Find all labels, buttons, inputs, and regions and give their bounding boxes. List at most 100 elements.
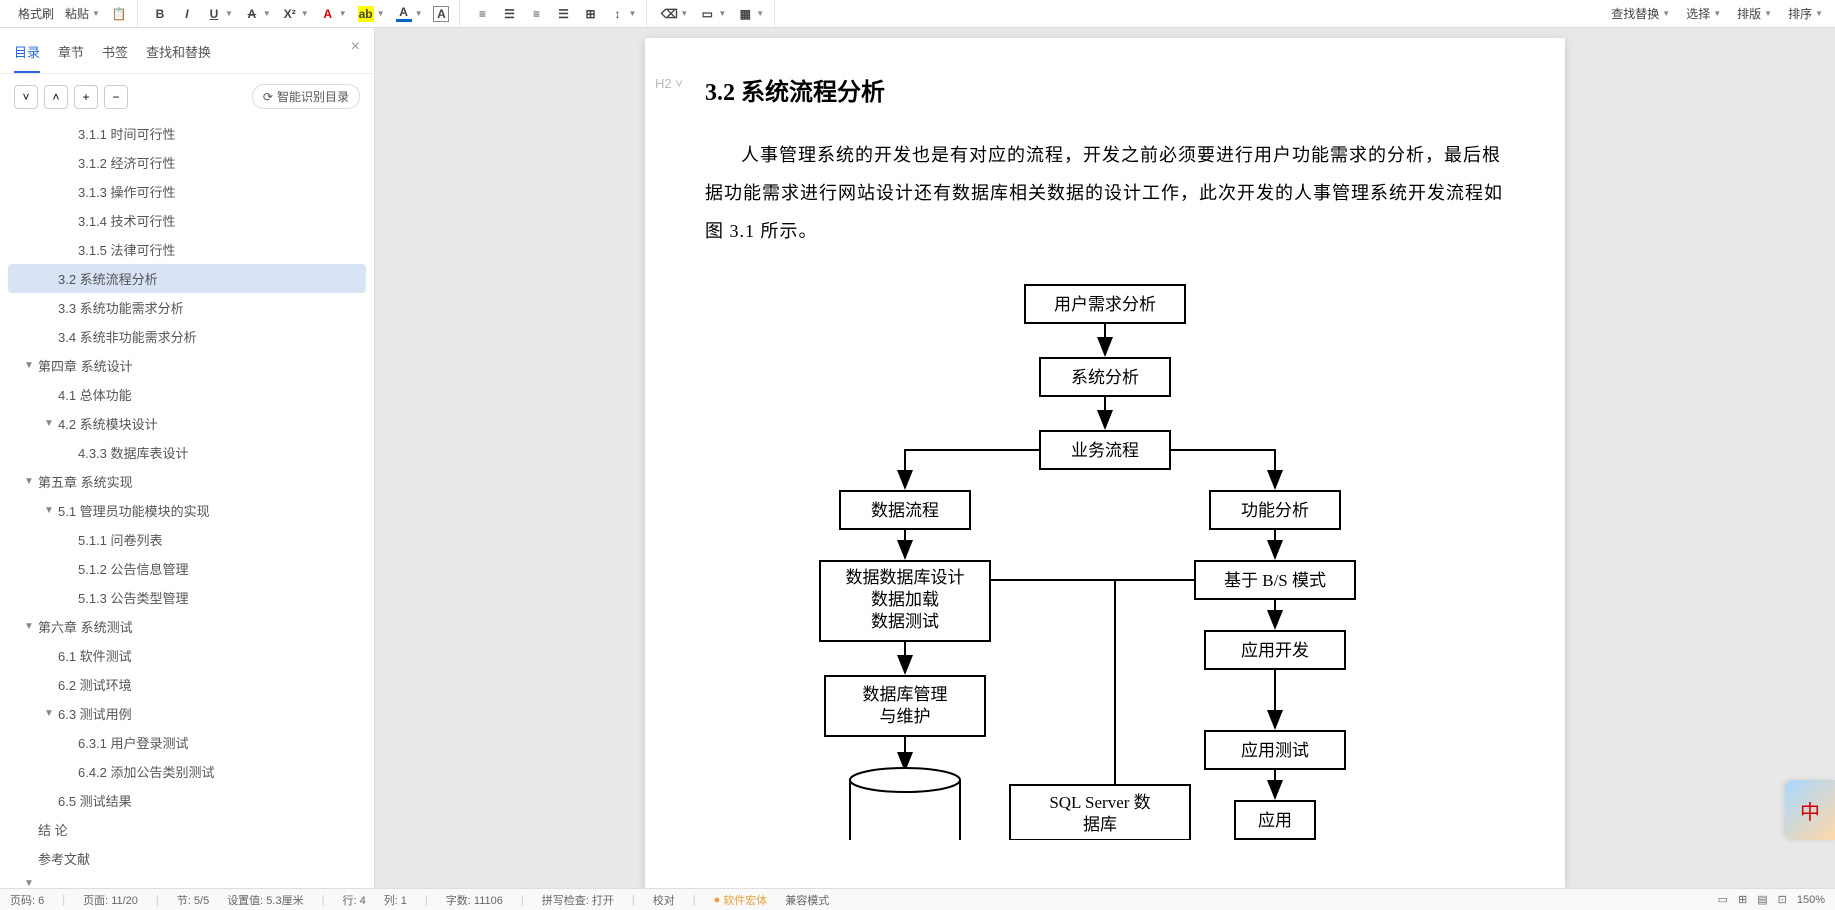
- underline-icon: U: [206, 6, 222, 22]
- toc-item[interactable]: ▼第六章 系统测试: [8, 612, 366, 641]
- font-group: B I U▼ A▼ X²▼ A▼ ab▼ A▼ A: [142, 0, 461, 27]
- ime-badge[interactable]: 中: [1785, 780, 1835, 840]
- chevron-icon: ▼: [24, 878, 38, 888]
- collapse-button[interactable]: ˅: [14, 85, 38, 109]
- toc-item-label: 6.5 测试结果: [58, 791, 132, 810]
- tab-chapter[interactable]: 章节: [58, 38, 84, 73]
- svg-text:用户需求分析: 用户需求分析: [1054, 295, 1156, 314]
- toc-item[interactable]: 6.5 测试结果: [8, 786, 366, 815]
- font-color-button[interactable]: A▼: [316, 4, 351, 24]
- align-left-button[interactable]: ≡: [470, 4, 494, 24]
- align-right-button[interactable]: ≡: [524, 4, 548, 24]
- left-panel: 目录 章节 书签 查找和替换 × ˅ ˄ + − ⟳智能识别目录 3.1.1 时…: [0, 28, 375, 888]
- toc-item[interactable]: 6.2 测试环境: [8, 670, 366, 699]
- eraser-button[interactable]: ⌫▼: [657, 4, 692, 24]
- format-painter-button[interactable]: 格式刷: [14, 3, 58, 24]
- tab-bookmark[interactable]: 书签: [102, 38, 128, 73]
- clipboard-button[interactable]: 📋: [107, 4, 131, 24]
- toc-item[interactable]: ▼5.1 管理员功能模块的实现: [8, 496, 366, 525]
- zoom-level[interactable]: 150%: [1797, 894, 1825, 906]
- highlight-icon: ab: [358, 6, 374, 22]
- status-mode: 兼容模式: [785, 892, 829, 908]
- toc-item[interactable]: 6.4.2 添加公告类别测试: [8, 757, 366, 786]
- toc-item-label: 6.1 软件测试: [58, 646, 132, 665]
- toc-item-label: 3.1.4 技术可行性: [78, 211, 176, 230]
- toc-tree[interactable]: 3.1.1 时间可行性3.1.2 经济可行性 3.1.3 操作可行性 3.1.4 技…: [0, 119, 374, 888]
- distribute-button[interactable]: ⊞: [578, 4, 602, 24]
- status-spell[interactable]: 拼写检查: 打开: [542, 892, 614, 908]
- toc-item[interactable]: ▼4.2 系统模块设计: [8, 409, 366, 438]
- toc-item[interactable]: 3.1.5 法律可行性: [8, 235, 366, 264]
- toc-item[interactable]: 3.1.2 经济可行性: [8, 148, 366, 177]
- toc-item-label: 3.1.3 操作可行性: [78, 182, 176, 201]
- superscript-button[interactable]: X²▼: [278, 4, 313, 24]
- svg-text:系统分析: 系统分析: [1071, 368, 1139, 387]
- document-scroll[interactable]: H2 ˅ 3.2 系统流程分析 人事管理系统的开发也是有对应的流程，开发之前必须…: [375, 28, 1835, 888]
- sort-button[interactable]: 排序▼: [1784, 3, 1827, 24]
- shape-button[interactable]: ▭▼: [695, 4, 730, 24]
- view-read-button[interactable]: ⊡: [1778, 893, 1787, 906]
- status-proof[interactable]: 校对: [653, 892, 675, 908]
- toc-item[interactable]: 3.1.4 技术可行性: [8, 206, 366, 235]
- add-button[interactable]: +: [74, 85, 98, 109]
- view-web-button[interactable]: ▤: [1757, 893, 1767, 906]
- text-color-button[interactable]: A▼: [392, 4, 427, 24]
- toc-item[interactable]: 5.1.3 公告类型管理: [8, 583, 366, 612]
- italic-icon: I: [179, 6, 195, 22]
- bold-button[interactable]: B: [148, 4, 172, 24]
- status-words[interactable]: 字数: 11106: [446, 892, 503, 908]
- toc-item[interactable]: 结 论: [8, 815, 366, 844]
- document-paragraph: 人事管理系统的开发也是有对应的流程，开发之前必须要进行用户功能需求的分析，最后根…: [705, 137, 1505, 250]
- char-shading-button[interactable]: A: [429, 4, 453, 24]
- tab-toc[interactable]: 目录: [14, 38, 40, 73]
- view-page-button[interactable]: ▭: [1718, 893, 1728, 906]
- expand-button[interactable]: ˄: [44, 85, 68, 109]
- toc-item[interactable]: 3.3 系统功能需求分析: [8, 293, 366, 322]
- toc-item-label: 4.2 系统模块设计: [58, 414, 158, 433]
- toc-item[interactable]: 3.2 系统流程分析: [8, 264, 366, 293]
- toc-item[interactable]: ▼第五章 系统实现: [8, 467, 366, 496]
- toc-item[interactable]: 3.1.3 操作可行性: [8, 177, 366, 206]
- view-outline-button[interactable]: ⊞: [1738, 893, 1747, 906]
- close-icon[interactable]: ×: [351, 38, 360, 56]
- strikethrough-icon: A: [244, 6, 260, 22]
- tab-find[interactable]: 查找和替换: [146, 38, 211, 73]
- remove-button[interactable]: −: [104, 85, 128, 109]
- chevron-down-icon: ▼: [92, 9, 100, 18]
- line-spacing-button[interactable]: ↕▼: [605, 4, 640, 24]
- toc-item[interactable]: 6.3.1 用户登录测试: [8, 728, 366, 757]
- toc-item[interactable]: ▼第四章 系统设计: [8, 351, 366, 380]
- toc-item-label: 5.1 管理员功能模块的实现: [58, 501, 210, 520]
- toc-item[interactable]: 参考文献: [8, 844, 366, 873]
- toc-item[interactable]: 5.1.2 公告信息管理: [8, 554, 366, 583]
- panel-controls: ˅ ˄ + − ⟳智能识别目录: [0, 74, 374, 119]
- toc-item-label: 6.4.2 添加公告类别测试: [78, 762, 215, 781]
- toc-item[interactable]: 5.1.1 问卷列表: [8, 525, 366, 554]
- toc-item[interactable]: 6.1 软件测试: [8, 641, 366, 670]
- toc-item[interactable]: 3.4 系统非功能需求分析: [8, 322, 366, 351]
- paste-button[interactable]: 粘贴▼: [61, 3, 104, 24]
- top-toolbar: 格式刷 粘贴▼ 📋 B I U▼ A▼ X²▼ A▼ ab▼ A▼ A ≡ ☰ …: [0, 0, 1835, 28]
- underline-button[interactable]: U▼: [202, 4, 237, 24]
- italic-button[interactable]: I: [175, 4, 199, 24]
- toc-item[interactable]: 4.3.3 数据库表设计: [8, 438, 366, 467]
- status-page[interactable]: 页码: 6: [10, 892, 44, 908]
- select-button[interactable]: 选择▼: [1682, 3, 1725, 24]
- highlight-button[interactable]: ab▼: [354, 4, 389, 24]
- layout-button[interactable]: 排版▼: [1733, 3, 1776, 24]
- smart-toc-button[interactable]: ⟳智能识别目录: [252, 84, 360, 109]
- clipboard-group: 格式刷 粘贴▼ 📋: [8, 0, 138, 27]
- find-replace-button[interactable]: 查找替换▼: [1607, 3, 1674, 24]
- toc-item-label: 3.2 系统流程分析: [58, 269, 158, 288]
- toc-item[interactable]: ▼: [8, 873, 366, 888]
- table-button[interactable]: ▦▼: [733, 4, 768, 24]
- strikethrough-button[interactable]: A▼: [240, 4, 275, 24]
- document-page: H2 ˅ 3.2 系统流程分析 人事管理系统的开发也是有对应的流程，开发之前必须…: [645, 38, 1565, 888]
- justify-button[interactable]: ☰: [551, 4, 575, 24]
- status-page-total[interactable]: 页面: 11/20: [83, 892, 138, 908]
- align-center-button[interactable]: ☰: [497, 4, 521, 24]
- toc-item[interactable]: ▼6.3 测试用例: [8, 699, 366, 728]
- toc-item[interactable]: 3.1.1 时间可行性: [8, 119, 366, 148]
- toc-item[interactable]: 4.1 总体功能: [8, 380, 366, 409]
- status-section: 节: 5/5: [177, 892, 209, 908]
